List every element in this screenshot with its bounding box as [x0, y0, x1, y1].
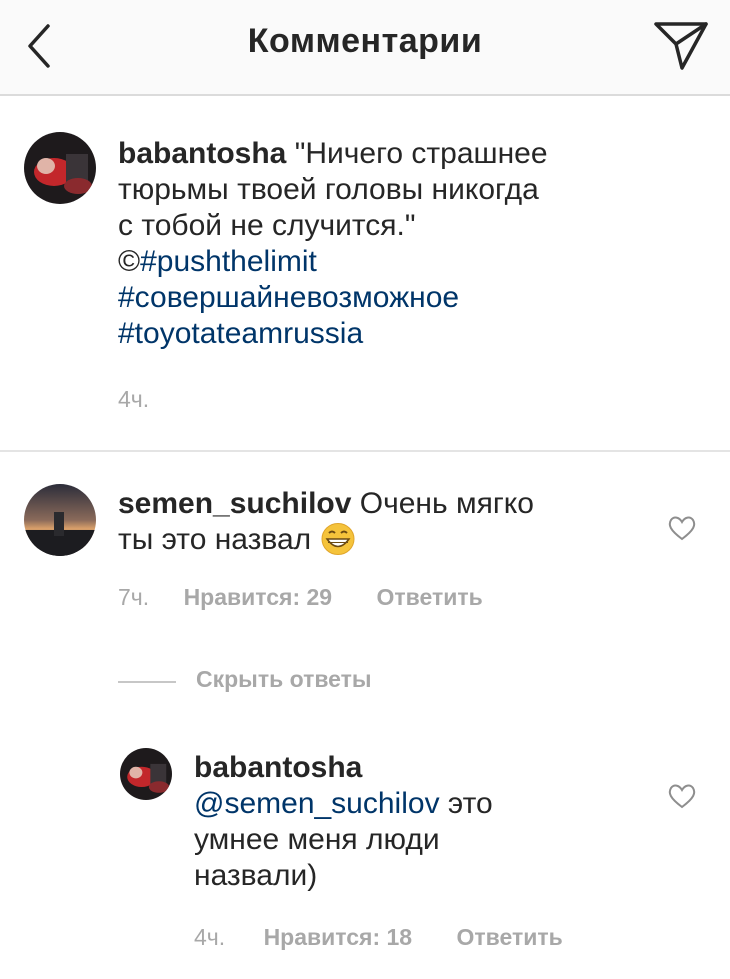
caption-username[interactable]: babantosha — [118, 137, 286, 170]
caption-text: babantosha "Ничего страшнее тюрьмы твоей… — [118, 136, 708, 352]
profile-photo — [24, 484, 96, 556]
reply-line2: умнее меня люди — [194, 823, 440, 856]
grinning-face-emoji — [321, 523, 355, 555]
comment-reply-button[interactable]: Ответить — [377, 584, 483, 611]
reply-line3: назвали) — [194, 859, 318, 892]
hashtag-toyotateamrussia[interactable]: #toyotateamrussia — [118, 317, 363, 350]
reply-avatar[interactable] — [120, 748, 172, 800]
avatar[interactable] — [24, 132, 96, 204]
hashtag-sovershai[interactable]: #совершайневозможное — [118, 281, 459, 314]
caption-time: 4ч. — [118, 386, 150, 412]
comment-text: semen_suchilov Очень мягко ты это назвал — [118, 486, 638, 558]
page-title: Комментарии — [247, 22, 483, 60]
hide-replies-line — [118, 681, 176, 683]
reply-line1: это — [447, 787, 493, 820]
reply-text: babantosha @semen_suchilov это умнее мен… — [194, 750, 634, 894]
reply-likes[interactable]: Нравится: 18 — [264, 924, 413, 951]
caption-line2: тюрьмы твоей головы никогда — [118, 173, 539, 206]
reply-meta: 4ч. Нравится: 18 Ответить — [194, 924, 563, 951]
section-divider — [0, 450, 730, 452]
send-button[interactable] — [652, 16, 710, 74]
caption-meta: 4ч. — [118, 386, 149, 413]
copyright-sign: © — [118, 245, 141, 278]
like-heart-button[interactable] — [666, 514, 698, 542]
reply-time: 4ч. — [194, 924, 226, 950]
comment-time: 7ч. — [118, 584, 150, 610]
comment-line2: ты это назвал — [118, 523, 312, 556]
reply-username[interactable]: babantosha — [194, 750, 634, 786]
comment-line1: Очень мягко — [359, 487, 534, 520]
heart-icon — [668, 784, 696, 809]
comment-username[interactable]: semen_suchilov — [118, 487, 351, 520]
caption-line3: с тобой не случится." — [118, 209, 416, 242]
paper-plane-icon — [654, 22, 708, 70]
top-bar: Комментарии — [0, 0, 730, 96]
hide-replies-label: Скрыть ответы — [196, 666, 372, 692]
comment-likes[interactable]: Нравится: 29 — [184, 584, 333, 611]
caption-line1: "Ничего страшнее — [294, 137, 548, 170]
hashtag-pushthelimit[interactable]: #pushthelimit — [140, 245, 317, 278]
profile-photo — [24, 132, 96, 204]
heart-icon — [668, 516, 696, 541]
comment-meta: 7ч. Нравится: 29 Ответить — [118, 584, 483, 611]
commenter-avatar[interactable] — [24, 484, 96, 556]
reply-mention[interactable]: @semen_suchilov — [194, 787, 440, 820]
profile-photo — [120, 748, 172, 800]
reply-like-heart-button[interactable] — [666, 782, 698, 810]
reply-reply-button[interactable]: Ответить — [457, 924, 563, 951]
